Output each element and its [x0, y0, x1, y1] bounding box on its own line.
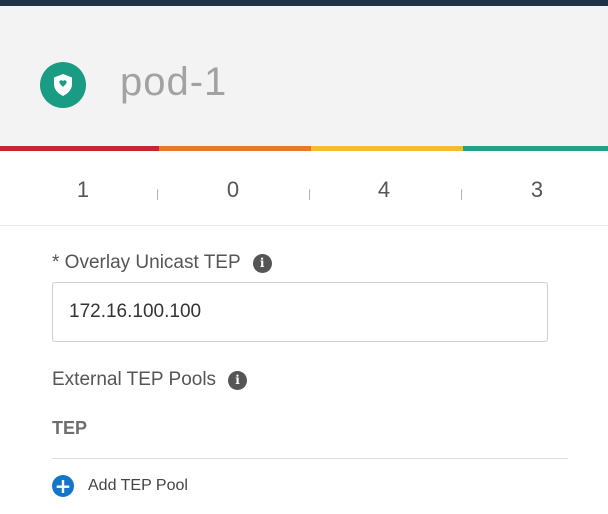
info-icon[interactable]: i	[228, 370, 248, 390]
add-tep-pool-button[interactable]: + Add TEP Pool	[52, 475, 188, 497]
external-tep-pools-label: External TEP Pools	[52, 369, 217, 390]
fault-count-minor[interactable]: 4	[378, 177, 390, 203]
overlay-unicast-tep-label-row: * Overlay Unicast TEP i	[52, 252, 272, 274]
tep-column-header: TEP	[52, 418, 88, 438]
fault-counts: 1 0 4 3	[0, 151, 608, 226]
page-title: pod-1	[120, 60, 228, 104]
fault-count-critical[interactable]: 1	[77, 177, 89, 203]
fault-count-major[interactable]: 0	[227, 177, 239, 203]
pod-header: pod-1	[0, 6, 608, 146]
overlay-unicast-tep-input[interactable]	[52, 282, 548, 342]
add-tep-pool-label: Add TEP Pool	[88, 477, 188, 494]
shield-icon	[40, 62, 86, 108]
divider	[461, 189, 462, 200]
divider	[309, 189, 310, 200]
info-icon[interactable]: i	[252, 253, 272, 273]
plus-circle-icon: +	[52, 475, 74, 497]
divider	[157, 189, 158, 200]
fault-count-warning[interactable]: 3	[531, 177, 543, 203]
divider	[52, 458, 568, 459]
external-tep-pools-label-row: External TEP Pools i	[52, 369, 248, 391]
overlay-unicast-tep-label: * Overlay Unicast TEP	[52, 252, 241, 273]
